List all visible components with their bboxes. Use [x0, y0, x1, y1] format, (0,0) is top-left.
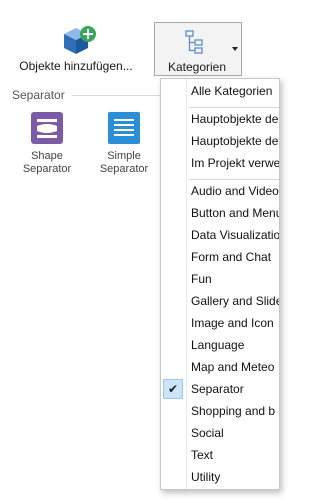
menu-item-social[interactable]: Social: [161, 422, 279, 444]
menu-item-label: Fun: [191, 272, 212, 286]
section-divider: [72, 95, 162, 96]
menu-item-label: Hauptobjekte der Anwendung: [191, 112, 279, 126]
categories-dropdown-menu: Alle Kategorien Hauptobjekte der Anwendu…: [160, 78, 280, 490]
gallery-item-label: Separator: [22, 163, 72, 175]
menu-item-gallery-slider[interactable]: Gallery and Slider: [161, 290, 280, 312]
chevron-down-icon[interactable]: [232, 47, 238, 51]
menu-item-main-objects-page[interactable]: Hauptobjekte der Seite: [161, 130, 279, 152]
menu-item-label: Separator: [191, 382, 244, 396]
menu-item-label: Shopping and b: [191, 404, 276, 418]
menu-item-label: Utility: [191, 470, 221, 484]
gallery-item-shape-separator[interactable]: Shape Separator: [12, 112, 82, 176]
add-objects-icon: [64, 26, 96, 54]
menu-item-label: Im Projekt verwendet: [191, 156, 280, 170]
categories-button[interactable]: Kategorien: [154, 22, 242, 76]
menu-item-all-categories[interactable]: Alle Kategorien: [161, 80, 279, 102]
menu-item-fun[interactable]: Fun: [161, 268, 279, 290]
menu-item-text[interactable]: Text: [161, 444, 279, 466]
menu-item-map-meteo[interactable]: Map and Meteo: [161, 356, 279, 378]
menu-item-image-icon[interactable]: Image and Icon: [161, 312, 279, 334]
simple-separator-icon: [108, 112, 140, 144]
menu-item-label: Hauptobjekte der Seite: [191, 134, 279, 148]
section-title: Separator: [12, 88, 65, 102]
menu-item-label: Text: [191, 448, 214, 462]
gallery-item-label: Simple: [107, 150, 141, 162]
menu-item-label: Map and Meteo: [191, 360, 275, 374]
menu-item-separator[interactable]: ✔ Separator: [161, 378, 279, 400]
menu-item-label: Gallery and Slider: [191, 294, 280, 308]
menu-item-label: Button and Menu: [191, 206, 280, 220]
menu-item-label: Image and Icon: [191, 316, 274, 330]
menu-item-utility[interactable]: Utility: [161, 466, 279, 488]
menu-item-label: Audio and Video: [191, 184, 279, 198]
menu-item-main-objects-application[interactable]: Hauptobjekte der Anwendung: [161, 108, 279, 130]
menu-item-shopping[interactable]: Shopping and b: [161, 400, 279, 422]
menu-item-label: Alle Kategorien: [191, 84, 273, 98]
menu-item-label: Language: [191, 338, 245, 352]
check-icon: ✔: [163, 379, 183, 399]
menu-item-used-in-project[interactable]: Im Projekt verwendet: [161, 152, 280, 174]
categories-label: Kategorien: [167, 60, 227, 74]
gallery-item-label: Shape: [31, 150, 63, 162]
menu-item-label: Social: [191, 426, 224, 440]
toolbar: Objekte hinzufügen... Kategorien: [0, 0, 272, 82]
gallery-item-simple-separator[interactable]: Simple Separator: [89, 112, 159, 176]
menu-item-data-visualization[interactable]: Data Visualization: [161, 224, 280, 246]
menu-item-label: Data Visualization: [191, 228, 280, 242]
add-objects-label: Objekte hinzufügen...: [19, 59, 133, 73]
tree-structure-icon: [185, 30, 203, 54]
shape-separator-icon: [31, 112, 63, 144]
menu-item-form-chat[interactable]: Form and Chat: [161, 246, 279, 268]
menu-item-language[interactable]: Language: [161, 334, 279, 356]
menu-item-audio-video[interactable]: Audio and Video: [161, 180, 279, 202]
menu-item-label: Form and Chat: [191, 250, 272, 264]
add-objects-button[interactable]: Objekte hinzufügen...: [14, 22, 138, 76]
gallery-item-label: Separator: [99, 163, 149, 175]
menu-item-button-menu[interactable]: Button and Menu: [161, 202, 280, 224]
